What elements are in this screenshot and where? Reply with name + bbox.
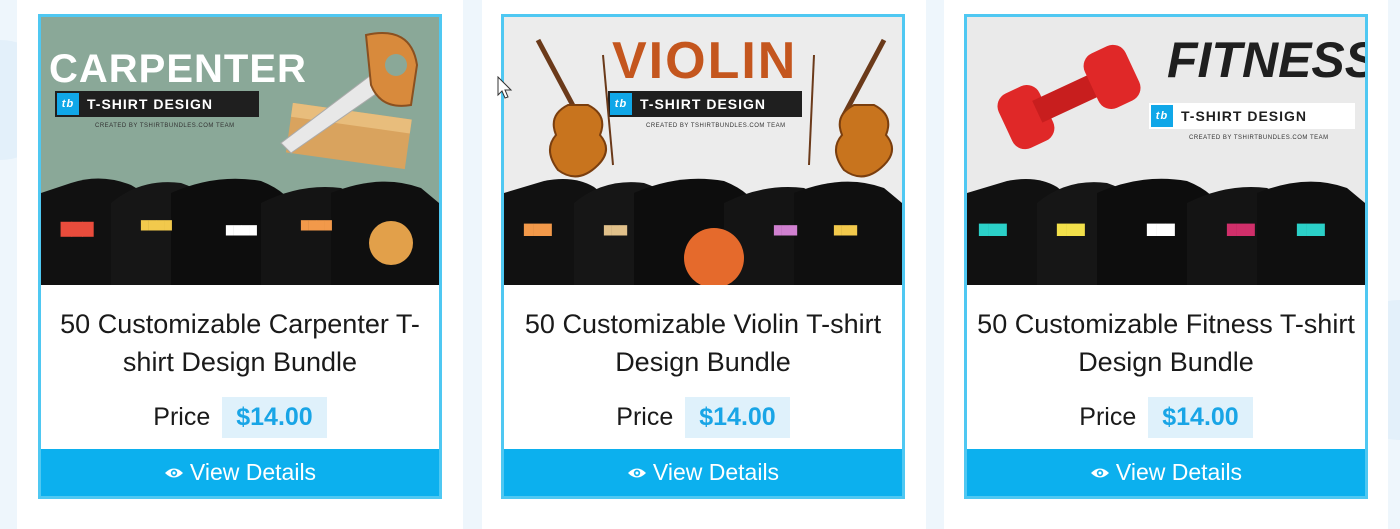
banner-heading: VIOLIN [612, 32, 798, 90]
product-banner-image[interactable]: FITNESS tb T-SHIRT DESIGN CREATED BY TSH… [967, 17, 1365, 285]
svg-text:▇▇▇: ▇▇▇ [1226, 222, 1255, 236]
dumbbell-icon [997, 44, 1141, 150]
violin-icon [535, 38, 614, 178]
svg-text:▇▇▇: ▇▇▇ [523, 222, 552, 236]
svg-text:▇▇▇▇: ▇▇▇▇ [140, 220, 172, 231]
tshirt-mockups-image: ▇▇▇ ▇▇▇ ▇▇▇ ▇▇▇ [504, 178, 902, 285]
svg-text:▇▇▇▇: ▇▇▇▇ [300, 220, 332, 231]
view-details-button[interactable]: View Details [504, 449, 902, 496]
banner-tagline: tb T-SHIRT DESIGN [608, 91, 802, 117]
product-title[interactable]: 50 Customizable Carpenter T-shirt Design… [51, 305, 429, 381]
price-label: Price [616, 402, 674, 431]
banner-tagline-text: T-SHIRT DESIGN [87, 96, 214, 112]
product-title[interactable]: 50 Customizable Fitness T-shirt Design B… [977, 305, 1355, 381]
price-row: Price $14.00 [504, 395, 902, 439]
price-value: $14.00 [685, 396, 790, 438]
banner-credit: CREATED BY TSHIRTBUNDLES.COM TEAM [95, 123, 235, 129]
svg-text:▇▇▇: ▇▇▇ [773, 225, 797, 236]
tshirt-mockups-image: ▇▇▇ ▇▇▇ ▇▇▇ ▇▇▇ ▇▇▇ [967, 178, 1365, 285]
banner-tagline: tb T-SHIRT DESIGN [55, 91, 259, 117]
product-banner-image[interactable]: VIOLIN tb T-SHIRT DESIGN CREATED BY TSHI… [504, 17, 902, 285]
product-card[interactable]: CARPENTER tb T-SHIRT DESIGN CREATED BY T… [38, 14, 442, 499]
banner-tagline-text: T-SHIRT DESIGN [640, 96, 767, 112]
banner-heading: FITNESS [1167, 32, 1365, 88]
tshirt-mockups-image: ▇▇▇ ▇▇▇▇ ▇▇▇▇ ▇▇▇▇ [41, 178, 439, 285]
view-details-label: View Details [1115, 459, 1243, 485]
svg-text:▇▇▇▇: ▇▇▇▇ [225, 225, 257, 236]
product-card[interactable]: FITNESS tb T-SHIRT DESIGN CREATED BY TSH… [964, 14, 1368, 499]
banner-credit: CREATED BY TSHIRTBUNDLES.COM TEAM [646, 123, 786, 129]
product-banner-image[interactable]: CARPENTER tb T-SHIRT DESIGN CREATED BY T… [41, 17, 439, 285]
banner-credit: CREATED BY TSHIRTBUNDLES.COM TEAM [1189, 135, 1329, 141]
banner-tagline-text: T-SHIRT DESIGN [1181, 108, 1308, 124]
price-label: Price [1079, 402, 1137, 431]
eye-icon [1090, 466, 1110, 480]
price-value: $14.00 [1148, 396, 1253, 438]
saw-icon [280, 32, 419, 170]
view-details-label: View Details [189, 459, 317, 485]
svg-text:▇▇▇: ▇▇▇ [603, 225, 627, 236]
logo-icon: tb [57, 93, 79, 115]
mouse-cursor-icon [497, 76, 513, 99]
svg-text:▇▇▇: ▇▇▇ [60, 220, 95, 237]
svg-text:▇▇▇: ▇▇▇ [978, 222, 1007, 236]
eye-icon [164, 466, 184, 480]
banner-tagline: tb T-SHIRT DESIGN [1149, 103, 1355, 129]
view-details-button[interactable]: View Details [41, 449, 439, 496]
price-row: Price $14.00 [41, 395, 439, 439]
price-row: Price $14.00 [967, 395, 1365, 439]
product-card[interactable]: VIOLIN tb T-SHIRT DESIGN CREATED BY TSHI… [501, 14, 905, 499]
violin-icon [808, 38, 893, 178]
svg-text:▇▇▇: ▇▇▇ [1296, 222, 1325, 236]
svg-text:▇▇▇: ▇▇▇ [1146, 222, 1175, 236]
product-title[interactable]: 50 Customizable Violin T-shirt Design Bu… [514, 305, 892, 381]
svg-text:▇▇▇: ▇▇▇ [1056, 222, 1085, 236]
svg-text:▇▇▇: ▇▇▇ [833, 225, 857, 236]
view-details-label: View Details [652, 459, 780, 485]
eye-icon [627, 466, 647, 480]
view-details-button[interactable]: View Details [967, 449, 1365, 496]
price-value: $14.00 [222, 396, 327, 438]
price-label: Price [153, 402, 211, 431]
